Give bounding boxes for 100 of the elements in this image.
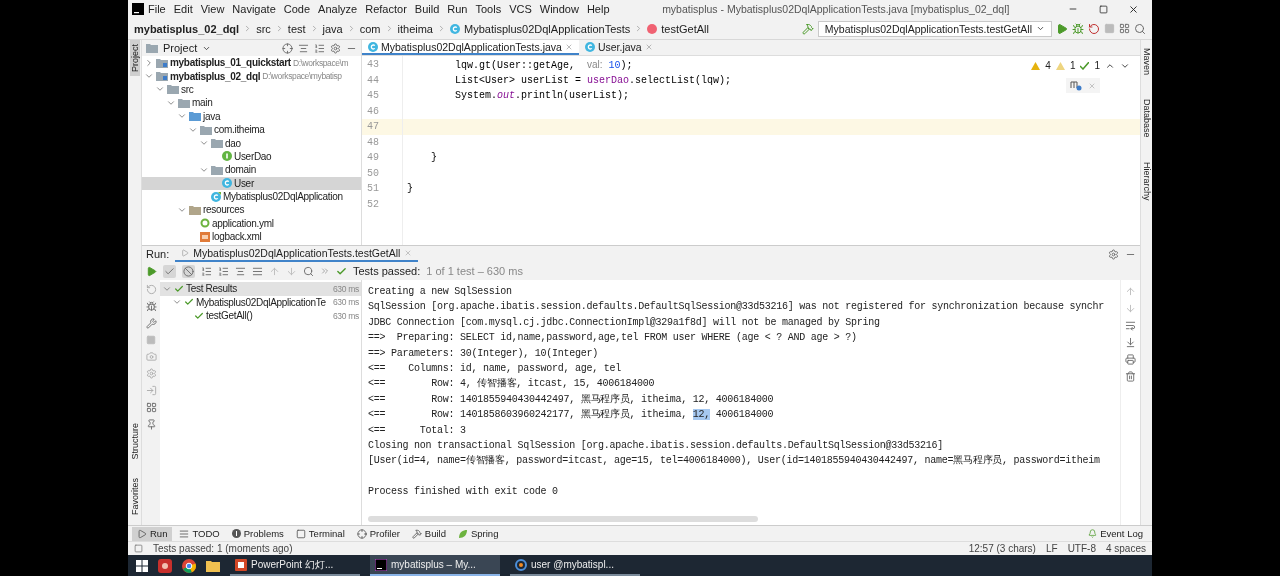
collapse-all-icon[interactable] [252, 265, 263, 277]
taskbar-app[interactable]: user @mybatispl... [510, 555, 640, 576]
menu-item[interactable]: Edit [169, 3, 197, 15]
structure-icon[interactable] [1119, 23, 1130, 34]
build-icon[interactable] [801, 22, 814, 35]
tree-row[interactable]: application.yml [142, 216, 361, 231]
run-tab[interactable]: Mybatisplus02DqlApplicationTests.testGetAll [175, 246, 419, 262]
tool-window-tab[interactable]: Structure [129, 419, 140, 464]
menu-item[interactable]: Tools [471, 3, 506, 15]
editor-tab[interactable]: User.java [578, 40, 659, 55]
run-icon[interactable] [1056, 22, 1068, 35]
tool-window-button[interactable]: Profiler [351, 526, 405, 541]
locate-icon[interactable] [282, 42, 293, 54]
tool-window-button[interactable]: Run [132, 526, 173, 541]
tree-row[interactable]: src [142, 82, 361, 97]
tool-window-tab[interactable]: Maven [1141, 44, 1152, 79]
breadcrumb[interactable]: Mybatisplus02DqlApplicationTests [464, 22, 631, 35]
status-item[interactable]: 4 spaces [1105, 543, 1146, 554]
breadcrumb[interactable]: src [256, 22, 271, 35]
menu-item[interactable]: Window [535, 3, 583, 15]
tree-row[interactable]: UserDao [142, 149, 361, 164]
menu-item[interactable]: File [144, 3, 170, 15]
trash-icon[interactable] [1125, 371, 1136, 382]
run-config-dropdown[interactable]: Mybatisplus02DqlApplicationTests.testGetAll [817, 20, 1052, 37]
console-line: <== Total: 3 [368, 423, 466, 438]
scroll-end-icon[interactable] [1125, 337, 1136, 348]
layout-icon[interactable] [145, 402, 157, 413]
event-log-button[interactable]: Event Log [1083, 526, 1148, 541]
debug-icon[interactable] [145, 301, 157, 312]
taskbar-app[interactable]: mybatisplus – My... [370, 555, 500, 576]
taskbar-app[interactable]: PowerPoint 幻灯... [230, 555, 360, 576]
debug-icon[interactable] [1072, 22, 1084, 35]
menu-item[interactable]: Refactor [361, 3, 411, 15]
panel-toggle-icon[interactable] [134, 544, 143, 553]
scrollbar[interactable] [368, 516, 758, 522]
menu-item[interactable]: VCS [505, 3, 536, 15]
breadcrumb[interactable]: com [359, 22, 381, 35]
settings-icon[interactable] [1108, 248, 1119, 260]
breadcrumb[interactable]: itheima [397, 22, 433, 35]
settings-icon[interactable] [330, 42, 341, 54]
search-icon[interactable] [1134, 22, 1146, 35]
tree-row[interactable]: User [142, 176, 361, 190]
menu-item[interactable]: View [196, 3, 229, 15]
print-icon[interactable] [1125, 354, 1136, 365]
test-row[interactable]: Mybatisplus02DqlApplicationTe 630 ms [160, 295, 361, 309]
browser-icon[interactable] [182, 558, 196, 573]
breadcrumb[interactable]: testGetAll [661, 22, 709, 35]
rerun-icon[interactable] [146, 265, 157, 277]
coverage-icon[interactable] [1088, 22, 1100, 35]
collapse-all-icon[interactable] [314, 42, 325, 54]
tool-window-button[interactable]: Spring [452, 526, 504, 541]
show-ignored-toggle[interactable] [182, 264, 195, 278]
tool-window-tab[interactable]: Hierarchy [1141, 157, 1152, 205]
expand-all-icon[interactable] [235, 265, 246, 277]
wrap-icon[interactable] [1125, 320, 1136, 331]
close-icon[interactable] [1127, 3, 1139, 15]
breadcrumb[interactable]: mybatisplus_02_dql [134, 22, 240, 35]
tree-row[interactable]: resources [142, 203, 361, 217]
breadcrumb[interactable]: test [287, 22, 306, 35]
tool-window-button[interactable]: Terminal [290, 526, 350, 541]
tree-row[interactable]: com.itheima [142, 122, 361, 137]
start-icon[interactable] [136, 559, 148, 572]
tool-window-tab[interactable]: Project [129, 40, 140, 76]
sort-icon[interactable] [201, 265, 212, 277]
tree-row[interactable]: domain [142, 163, 361, 177]
tree-row[interactable]: Mybatisplus02DqlApplication [142, 189, 361, 204]
tree-row[interactable]: main [142, 96, 361, 110]
menu-item[interactable]: Analyze [314, 3, 362, 15]
app-icon[interactable] [158, 558, 172, 573]
wrench-icon[interactable] [145, 318, 157, 329]
menu-item[interactable]: Help [582, 3, 614, 15]
tool-window-button[interactable]: Build [406, 526, 451, 541]
tool-window-button[interactable]: Problems [226, 526, 289, 541]
menu-item[interactable]: Code [279, 3, 315, 15]
status-item[interactable]: LF [1045, 543, 1058, 554]
status-item[interactable]: UTF-8 [1067, 543, 1096, 554]
tree-row[interactable]: mybatisplus_02_dql D:\workspace\mybatisp [142, 69, 361, 83]
sort-duration-icon[interactable] [218, 265, 229, 277]
menu-item[interactable]: Run [443, 3, 472, 15]
breadcrumb[interactable]: java [322, 22, 343, 35]
menu-item[interactable]: Build [410, 3, 444, 15]
tree-row[interactable]: mybatisplus_01_quickstart D:\workspace\m [142, 56, 361, 70]
tool-window-tab[interactable]: Database [1141, 95, 1152, 142]
expand-all-icon[interactable] [298, 42, 309, 54]
test-row[interactable]: Test Results 630 ms [160, 282, 361, 296]
tree-row[interactable]: java [142, 109, 361, 123]
test-row[interactable]: testGetAll() 630 ms [160, 309, 361, 323]
tree-row[interactable]: dao [142, 136, 361, 150]
editor-tab[interactable]: Mybatisplus02DqlApplicationTests.java [362, 40, 579, 55]
restore-icon[interactable] [1098, 4, 1108, 14]
panel-title[interactable]: Project [163, 42, 198, 54]
show-passed-toggle[interactable] [163, 264, 176, 278]
tree-row[interactable]: logback.xml [142, 230, 361, 244]
menu-item[interactable]: Navigate [228, 3, 280, 15]
tool-window-button[interactable]: TODO [174, 526, 225, 541]
folder-icon[interactable] [206, 559, 220, 572]
status-item[interactable]: 12:57 (3 chars) [968, 543, 1036, 554]
pin-icon[interactable] [145, 419, 157, 430]
tool-window-tab[interactable]: Favorites [129, 474, 140, 519]
search-icon[interactable] [303, 265, 314, 277]
